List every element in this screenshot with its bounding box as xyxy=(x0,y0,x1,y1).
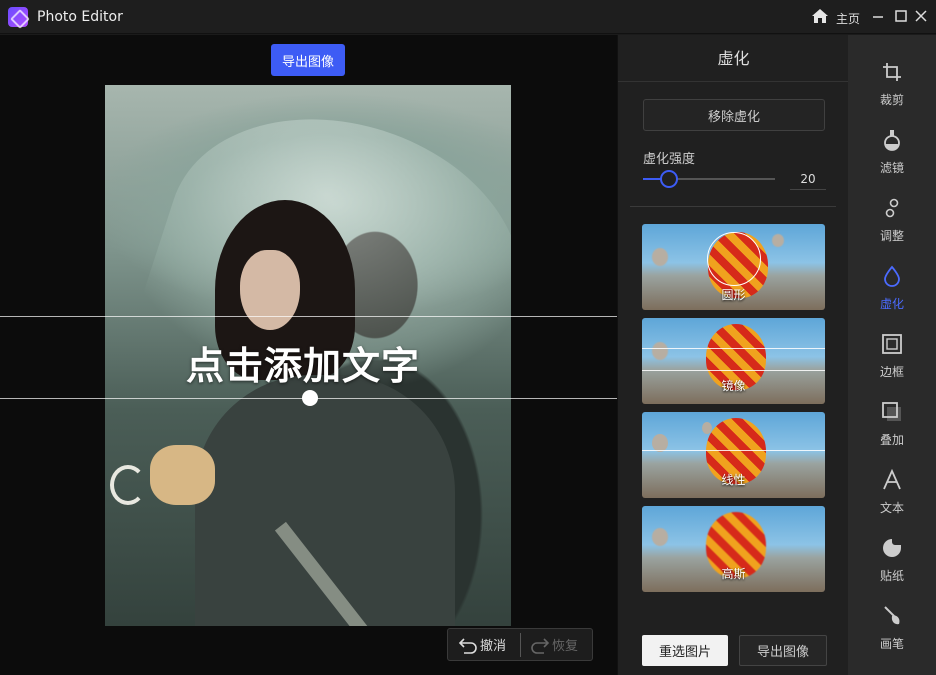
tool-label: 裁剪 xyxy=(879,93,904,107)
adjust-icon xyxy=(885,198,899,218)
tool-text[interactable]: 文本 xyxy=(848,453,936,521)
canvas-area: 导出图像 点击添加文字 撤消 恢复 xyxy=(0,35,617,675)
undo-icon xyxy=(458,637,477,654)
blur-drop-icon xyxy=(884,265,900,287)
thumb-balloon-small xyxy=(652,528,668,546)
close-icon[interactable] xyxy=(913,8,929,24)
thumb-balloon-small xyxy=(772,234,784,247)
tool-sticker[interactable]: 贴纸 xyxy=(848,521,936,589)
blur-strength-value[interactable]: 20 xyxy=(790,168,826,190)
tool-crop[interactable]: 裁剪 xyxy=(848,45,936,113)
effect-linear[interactable]: 线性 xyxy=(642,412,825,498)
app-logo-icon xyxy=(8,7,28,27)
effect-label: 高斯 xyxy=(721,567,746,581)
tool-label: 滤镜 xyxy=(879,161,904,175)
effect-label: 镜像 xyxy=(721,379,746,393)
blur-guide-top[interactable] xyxy=(0,316,617,317)
history-bar: 撤消 恢复 xyxy=(447,628,593,661)
photo-hand xyxy=(150,445,215,505)
photo-face xyxy=(240,250,300,330)
overlay-icon xyxy=(882,402,901,421)
export-image-button[interactable]: 导出图像 xyxy=(271,44,345,76)
app-title: Photo Editor xyxy=(37,9,123,25)
tool-adjust[interactable]: 调整 xyxy=(848,181,936,249)
redo-button[interactable]: 恢复 xyxy=(530,629,590,660)
tool-label: 调整 xyxy=(879,229,904,243)
thumb-balloon-small xyxy=(652,248,668,266)
tool-label: 文本 xyxy=(879,501,904,515)
title-bar: Photo Editor 主页 xyxy=(0,0,936,34)
crop-icon xyxy=(883,63,901,81)
brush-icon xyxy=(884,606,900,625)
tool-overlay[interactable]: 叠加 xyxy=(848,385,936,453)
home-link[interactable]: 主页 xyxy=(836,10,860,27)
panel-divider xyxy=(630,206,836,207)
text-icon xyxy=(883,469,901,490)
home-icon[interactable] xyxy=(811,8,829,24)
mirror-line-top xyxy=(642,348,825,349)
blur-strength-slider[interactable] xyxy=(643,170,775,188)
effect-label: 圆形 xyxy=(721,288,746,302)
tool-filter[interactable]: 滤镜 xyxy=(848,113,936,181)
add-text-overlay[interactable]: 点击添加文字 xyxy=(186,335,420,390)
tool-brush[interactable]: 画笔 xyxy=(848,589,936,657)
effect-gaussian[interactable]: 高斯 xyxy=(642,506,825,592)
maximize-icon[interactable] xyxy=(893,8,909,24)
slider-thumb[interactable] xyxy=(660,170,679,188)
panel-title: 虚化 xyxy=(618,35,849,82)
export-image-button-bottom[interactable]: 导出图像 xyxy=(739,635,827,666)
frame-icon xyxy=(882,334,902,354)
tool-sidebar: 裁剪 滤镜 调整 虚化 边框 叠加 文本 贴纸 画笔 xyxy=(848,35,936,675)
blur-rotate-handle[interactable] xyxy=(302,390,318,406)
undo-button[interactable]: 撤消 xyxy=(458,629,522,660)
tool-frame[interactable]: 边框 xyxy=(848,317,936,385)
effect-circle[interactable]: 圆形 xyxy=(642,224,825,310)
thumb-balloon-small xyxy=(652,342,668,360)
filter-icon xyxy=(884,130,900,151)
blur-strength-label: 虚化强度 xyxy=(643,152,696,167)
minimize-icon[interactable] xyxy=(870,8,886,24)
reselect-image-button[interactable]: 重选图片 xyxy=(642,635,728,666)
undo-label: 撤消 xyxy=(480,639,507,654)
tool-label: 虚化 xyxy=(879,297,904,311)
tool-label: 画笔 xyxy=(879,637,904,651)
history-divider xyxy=(520,633,521,657)
tool-label: 贴纸 xyxy=(879,569,904,583)
blur-panel: 虚化 移除虚化 虚化强度 20 圆形 镜像 线性 高斯 重选图片 导出图像 xyxy=(617,35,849,675)
tool-label: 叠加 xyxy=(879,433,904,447)
effect-mirror[interactable]: 镜像 xyxy=(642,318,825,404)
redo-label: 恢复 xyxy=(552,639,579,654)
redo-icon xyxy=(531,637,550,654)
photo-umbrella-handle xyxy=(110,465,146,505)
effect-label: 线性 xyxy=(721,473,746,487)
tool-blur[interactable]: 虚化 xyxy=(848,249,936,317)
circle-blur-ring xyxy=(707,232,761,286)
sticker-icon xyxy=(883,539,901,557)
tool-label: 边框 xyxy=(879,365,904,379)
linear-line xyxy=(642,450,825,451)
remove-blur-button[interactable]: 移除虚化 xyxy=(643,99,825,131)
mirror-line-bottom xyxy=(642,370,825,371)
